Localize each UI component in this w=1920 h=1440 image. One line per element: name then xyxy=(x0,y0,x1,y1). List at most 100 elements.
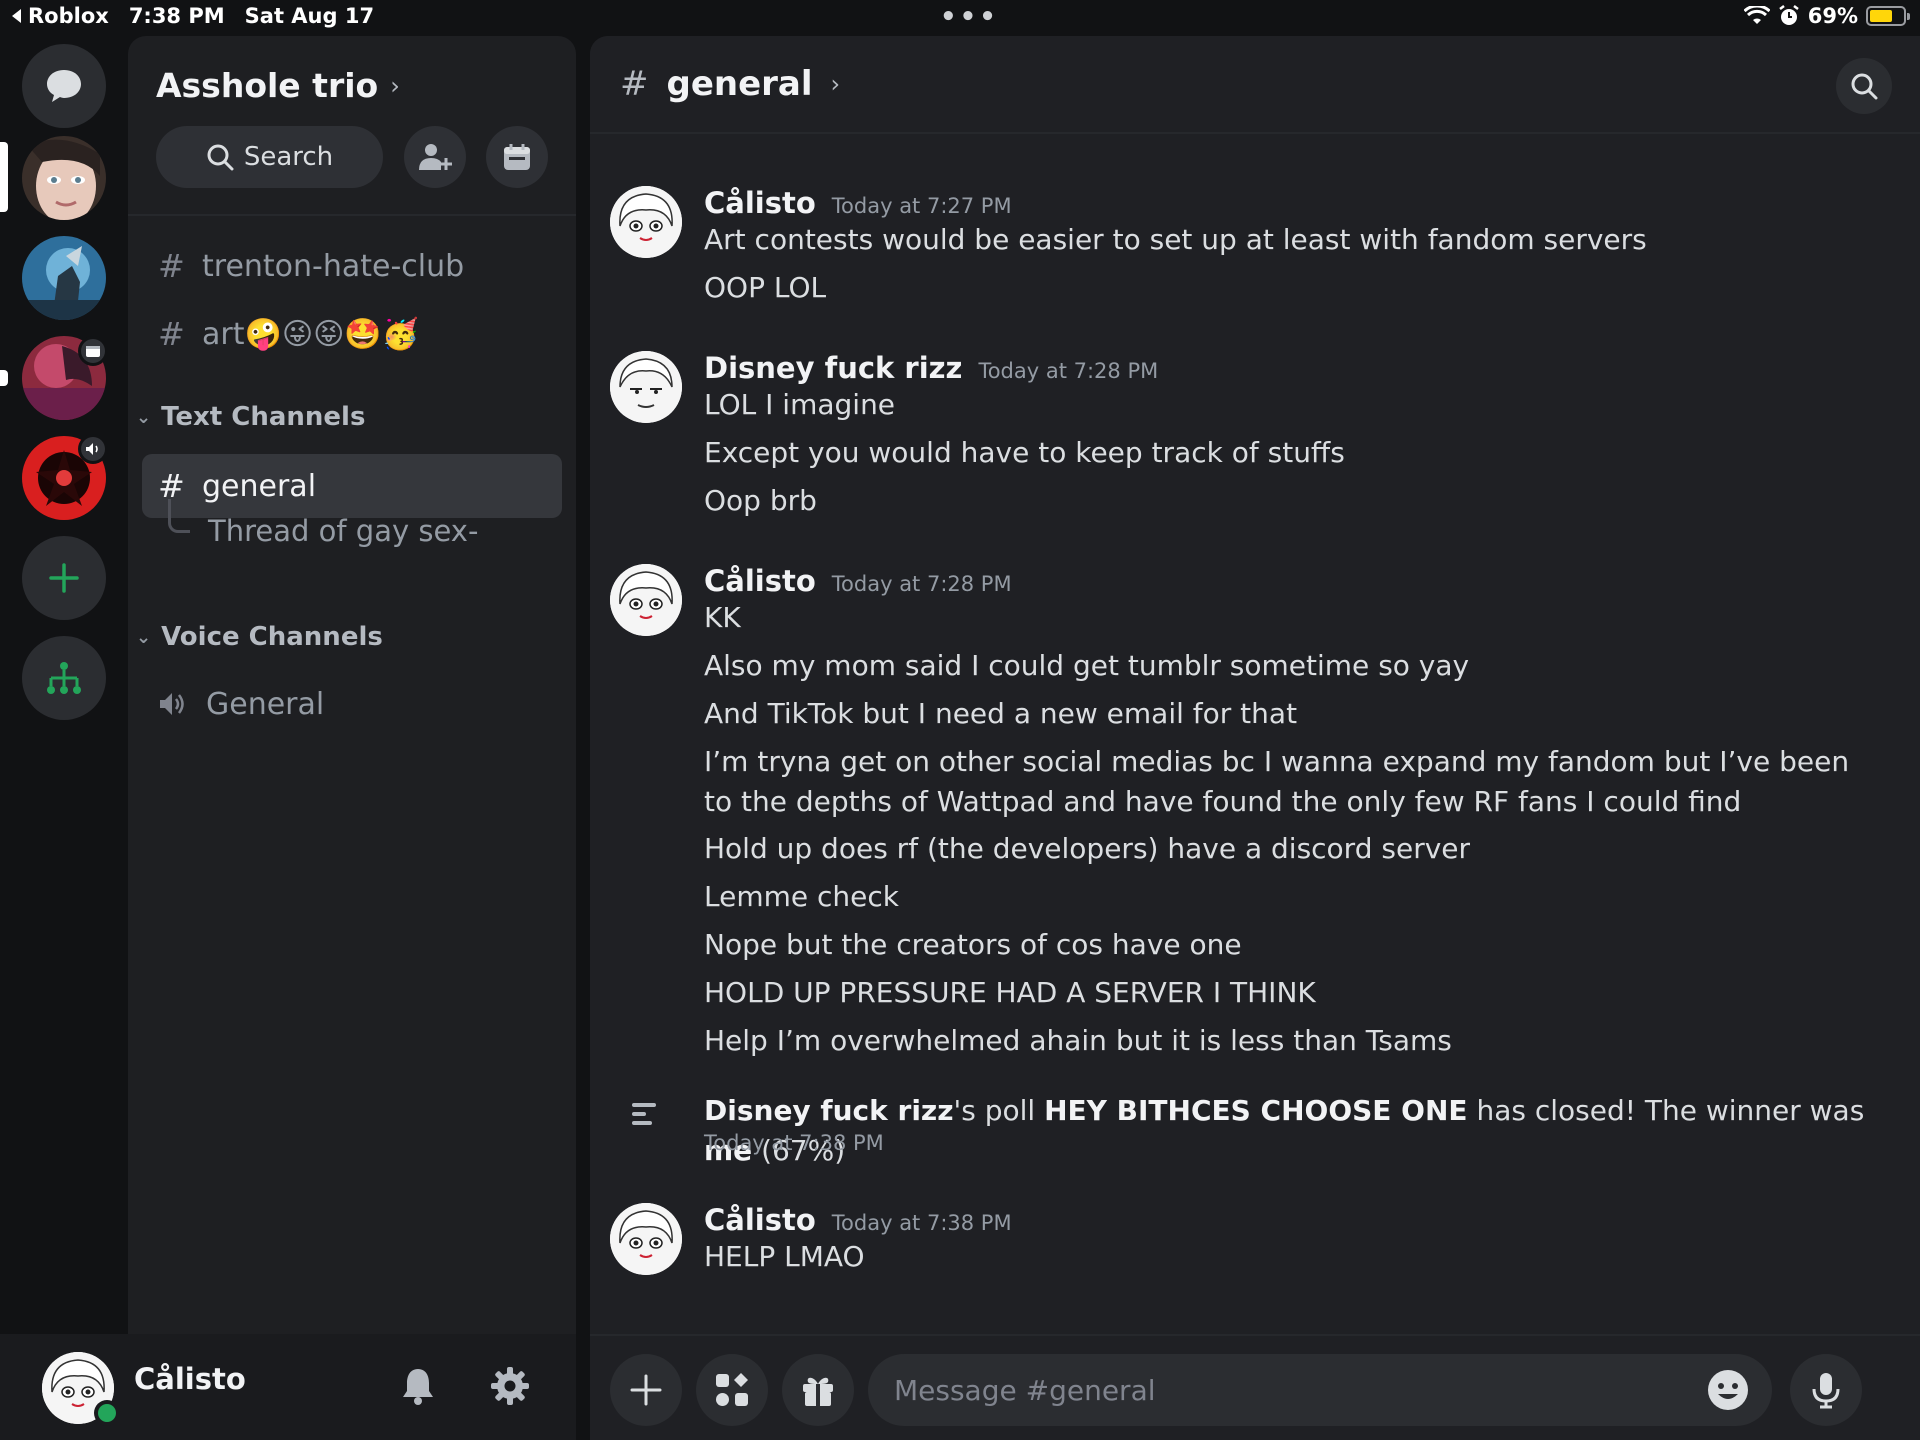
battery-icon xyxy=(1866,6,1910,26)
plus-icon xyxy=(49,563,79,593)
add-server-button[interactable] xyxy=(22,536,106,620)
message-text: Nope but the creators of cos have one xyxy=(704,928,1242,961)
server-rail xyxy=(0,36,128,1440)
status-bar: Roblox 7:38 PM Sat Aug 17 ••• 69% xyxy=(0,0,1920,36)
category-voice-channels[interactable]: ⌄ Voice Channels xyxy=(136,622,383,652)
discover-servers-button[interactable] xyxy=(22,636,106,720)
message-timestamp: Today at 7:28 PM xyxy=(831,572,1012,596)
back-app-label: Roblox xyxy=(28,4,109,28)
poll-author[interactable]: Disney fuck rizz xyxy=(704,1094,954,1127)
message-text: Except you would have to keep track of s… xyxy=(704,436,1345,469)
channel-item-art[interactable]: # art🤪😜😝🤩🥳 xyxy=(142,302,562,366)
search-icon xyxy=(1851,73,1878,100)
apps-button[interactable] xyxy=(696,1354,768,1426)
message-text: Help I’m overwhelmed ahain but it is les… xyxy=(704,1024,1452,1057)
voice-message-button[interactable] xyxy=(1790,1354,1862,1426)
server-avatar-image xyxy=(22,236,106,320)
server-name: Asshole trio xyxy=(156,66,379,105)
unread-indicator xyxy=(0,370,8,386)
notifications-button[interactable] xyxy=(394,1362,442,1410)
voice-channel-item-general[interactable]: General xyxy=(142,672,562,736)
message-composer: Message #general xyxy=(590,1334,1920,1440)
server-icon-selfie[interactable] xyxy=(22,136,106,220)
chat-bubble-icon xyxy=(47,70,81,102)
avatar[interactable] xyxy=(610,564,682,636)
selected-server-indicator xyxy=(0,142,8,212)
message-text: KK xyxy=(704,601,741,634)
poll-icon xyxy=(632,1103,656,1125)
clock: 7:38 PM xyxy=(128,4,225,28)
battery-fill xyxy=(1870,10,1893,22)
plus-icon xyxy=(630,1374,662,1406)
battery-percent: 69% xyxy=(1807,4,1858,28)
server-name-header[interactable]: Asshole trio › xyxy=(156,66,400,105)
server-avatar-image xyxy=(22,136,106,220)
gift-button[interactable] xyxy=(782,1354,854,1426)
message-author[interactable]: Cålisto xyxy=(704,564,816,598)
apps-icon xyxy=(716,1373,748,1406)
channel-item-general[interactable]: # general xyxy=(142,454,562,518)
message-timestamp: Today at 7:28 PM xyxy=(978,359,1159,383)
calendar-icon xyxy=(86,346,100,357)
bell-icon xyxy=(403,1369,433,1405)
message-timestamp: Today at 7:38 PM xyxy=(704,1131,884,1155)
user-panel: Cålisto xyxy=(0,1334,576,1440)
thread-item[interactable]: Thread of gay sex- xyxy=(168,499,478,548)
chat-area: # general › Cålisto Today at 7:27 PM Art… xyxy=(590,36,1920,1334)
message-author[interactable]: Cålisto xyxy=(704,186,816,220)
avatar[interactable] xyxy=(610,1203,682,1275)
channel-label: general xyxy=(202,468,317,504)
invite-members-button[interactable] xyxy=(404,126,466,188)
emoji-picker-icon[interactable] xyxy=(1704,1366,1752,1414)
message-timestamp: Today at 7:38 PM xyxy=(831,1211,1012,1235)
avatar-drawing xyxy=(610,1203,682,1275)
chevron-right-icon: › xyxy=(830,70,841,98)
avatar[interactable] xyxy=(610,351,682,423)
channel-item-trenton-hate-club[interactable]: # trenton-hate-club xyxy=(142,234,562,298)
online-status-icon xyxy=(94,1400,120,1426)
gift-icon xyxy=(803,1377,833,1406)
search-messages-button[interactable] xyxy=(1836,58,1892,114)
message-author[interactable]: Disney fuck rizz xyxy=(704,351,962,385)
category-label: Text Channels xyxy=(161,402,366,432)
direct-messages-button[interactable] xyxy=(22,44,106,128)
search-icon xyxy=(207,144,234,171)
avatar[interactable] xyxy=(610,186,682,258)
date: Sat Aug 17 xyxy=(244,4,375,28)
message-text: LOL I imagine xyxy=(704,388,896,421)
message-text: Hold up does rf (the developers) have a … xyxy=(704,832,1471,865)
poll-name[interactable]: HEY BITHCES CHOOSE ONE xyxy=(1044,1094,1467,1127)
calendar-icon xyxy=(504,144,530,170)
message-author[interactable]: Cålisto xyxy=(704,1203,816,1237)
alarm-icon xyxy=(1778,5,1799,25)
poll-text-part: 's poll xyxy=(953,1094,1045,1127)
message-text: Also my mom said I could get tumblr some… xyxy=(704,649,1470,682)
message-text: Lemme check xyxy=(704,880,899,913)
events-button[interactable] xyxy=(486,126,548,188)
speaker-icon xyxy=(160,693,184,715)
channel-title: general xyxy=(666,64,813,104)
back-arrow-icon xyxy=(12,9,21,23)
text-channel-icon: # xyxy=(158,247,185,285)
channel-label: General xyxy=(206,686,325,722)
avatar-drawing xyxy=(610,186,682,258)
avatar-drawing xyxy=(610,564,682,636)
settings-button[interactable] xyxy=(486,1362,534,1410)
search-button[interactable]: Search xyxy=(156,126,383,188)
text-channel-icon: # xyxy=(620,64,649,104)
message-input[interactable]: Message #general xyxy=(868,1354,1772,1426)
username: Cålisto xyxy=(134,1362,246,1396)
attach-button[interactable] xyxy=(610,1354,682,1426)
message-timestamp: Today at 7:27 PM xyxy=(831,194,1012,218)
message-text: And TikTok but I need a new email for th… xyxy=(704,697,1298,730)
chevron-down-icon: ⌄ xyxy=(136,406,152,428)
poll-result-text: Disney fuck rizz's poll HEY BITHCES CHOO… xyxy=(704,1091,1904,1171)
message-text: I’m tryna get on other social medias bc … xyxy=(704,745,1850,818)
gear-icon xyxy=(491,1367,529,1405)
channel-title-button[interactable]: # general › xyxy=(620,64,840,104)
category-text-channels[interactable]: ⌄ Text Channels xyxy=(136,402,365,432)
server-icon-fantasy-art[interactable] xyxy=(22,236,106,320)
chevron-right-icon: › xyxy=(390,71,400,100)
multitask-dots-icon[interactable]: ••• xyxy=(940,2,999,32)
back-to-app[interactable]: Roblox xyxy=(10,4,109,28)
